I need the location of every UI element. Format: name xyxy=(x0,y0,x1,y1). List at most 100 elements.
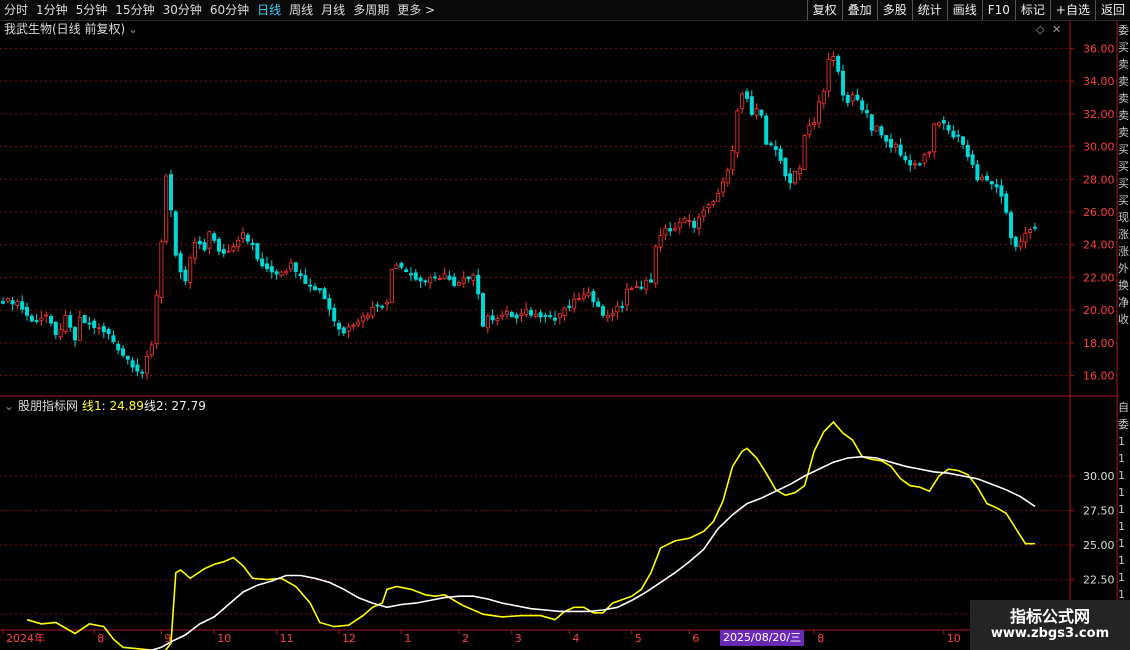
candle-body xyxy=(461,277,466,284)
candle-body xyxy=(312,286,317,291)
y-tick-label: 32.00 xyxy=(1083,108,1115,121)
x-tick-label: 4 xyxy=(572,632,579,645)
action-button-3[interactable]: 统计 xyxy=(911,0,947,20)
action-button-7[interactable]: +自选 xyxy=(1049,0,1095,20)
action-button-0[interactable]: 复权 xyxy=(806,0,842,20)
chevron-down-icon[interactable]: ⌄ xyxy=(128,22,138,36)
candle-body xyxy=(778,148,783,161)
x-tick-label: 2024年 xyxy=(6,631,45,645)
candle-body xyxy=(375,304,380,307)
side-text-0: 委 xyxy=(1118,24,1129,37)
y-tick-label: 18.00 xyxy=(1083,337,1115,350)
candle-body xyxy=(20,301,25,310)
candle-body xyxy=(140,371,145,374)
candle-body xyxy=(336,322,341,330)
side-text-5: 1 xyxy=(1118,486,1125,499)
candle-body xyxy=(821,90,826,104)
candle-body xyxy=(889,138,894,148)
candle-body xyxy=(164,175,169,242)
candle-body xyxy=(961,136,966,145)
candle-body xyxy=(365,315,370,319)
tab-period-8[interactable]: 月线 xyxy=(317,0,349,20)
tab-period-1[interactable]: 1分钟 xyxy=(32,0,72,20)
candle-body xyxy=(591,291,596,303)
tab-period-7[interactable]: 周线 xyxy=(285,0,317,20)
candle-body xyxy=(284,270,289,274)
side-text-17: 收 xyxy=(1118,313,1129,326)
candle-body xyxy=(293,262,298,273)
tab-period-4[interactable]: 30分钟 xyxy=(159,0,206,20)
candle-body xyxy=(572,298,577,309)
candle-body xyxy=(264,263,269,270)
indicator-menu-icon[interactable]: ⌄ xyxy=(4,399,14,413)
y-tick-label: 30.00 xyxy=(1083,470,1115,483)
candle-body xyxy=(908,160,913,166)
candle-body xyxy=(39,317,44,321)
candle-body xyxy=(216,238,221,252)
x-tick-label: 5 xyxy=(635,632,642,645)
candle-body xyxy=(673,228,678,231)
indicator-name: 股朋指标网 xyxy=(18,399,79,413)
candle-body xyxy=(658,235,663,248)
candle-body xyxy=(797,167,802,175)
side-text-6: 卖 xyxy=(1118,126,1129,139)
tab-period-6[interactable]: 日线 xyxy=(253,0,285,20)
candle-body xyxy=(917,163,922,166)
y-tick-label: 16.00 xyxy=(1083,370,1115,383)
candle-body xyxy=(783,157,788,177)
stock-chart[interactable]: 16.00 18.00 20.00 22.00 24.00 26.00 28.00 30.00… xyxy=(0,0,1130,650)
side-text-4: 卖 xyxy=(1118,92,1129,105)
action-button-5[interactable]: F10 xyxy=(981,0,1015,20)
x-tick-label: 10 xyxy=(947,632,961,645)
candle-body xyxy=(677,222,682,229)
candle-body xyxy=(226,250,231,253)
candle-body xyxy=(288,262,293,270)
candle-body xyxy=(1004,193,1009,213)
candle-body xyxy=(471,274,476,281)
tab-period-9[interactable]: 多周期 xyxy=(349,0,393,20)
candle-body xyxy=(236,239,241,248)
candle-body xyxy=(793,170,798,184)
candle-body xyxy=(495,318,500,321)
candle-body xyxy=(730,150,735,171)
candle-body xyxy=(87,322,92,325)
action-button-2[interactable]: 多股 xyxy=(876,0,912,20)
action-button-8[interactable]: 返回 xyxy=(1094,0,1130,20)
side-text-14: 外 xyxy=(1118,262,1129,275)
candle-body xyxy=(543,315,548,317)
tab-period-5[interactable]: 60分钟 xyxy=(206,0,253,20)
candle-body xyxy=(207,231,212,249)
y-tick-label: 22.50 xyxy=(1083,574,1115,587)
side-text-5: 卖 xyxy=(1118,109,1129,122)
candle-body xyxy=(706,204,711,209)
candle-body xyxy=(442,273,447,279)
candle-body xyxy=(159,241,164,298)
action-button-6[interactable]: 标记 xyxy=(1014,0,1050,20)
candle-body xyxy=(63,315,68,332)
candle-body xyxy=(255,243,260,260)
tab-period-2[interactable]: 5分钟 xyxy=(72,0,112,20)
action-button-1[interactable]: 叠加 xyxy=(841,0,877,20)
candle-body xyxy=(15,301,20,307)
candle-body xyxy=(711,201,716,205)
tab-period-0[interactable]: 分时 xyxy=(0,0,32,20)
candle-body xyxy=(860,100,865,111)
watermark: 指标公式网 www.zbgs3.com xyxy=(970,600,1130,650)
side-text-4: 1 xyxy=(1118,469,1125,482)
candle-body xyxy=(749,96,754,115)
candle-body xyxy=(533,313,538,317)
x-tick-label: 10 xyxy=(217,632,231,645)
side-text-15: 换 xyxy=(1118,279,1129,292)
candle-body xyxy=(745,91,750,99)
action-button-4[interactable]: 画线 xyxy=(946,0,982,20)
tab-period-10[interactable]: 更多 > xyxy=(393,0,439,20)
tab-period-3[interactable]: 15分钟 xyxy=(111,0,158,20)
close-icon[interactable]: ✕ xyxy=(1052,23,1061,37)
candle-body xyxy=(620,306,625,308)
candle-body xyxy=(735,110,740,154)
candle-body xyxy=(682,218,687,224)
candle-body xyxy=(831,56,836,61)
candle-body xyxy=(975,164,980,181)
candle-body xyxy=(841,70,846,96)
diamond-icon[interactable]: ◇ xyxy=(1036,23,1044,37)
